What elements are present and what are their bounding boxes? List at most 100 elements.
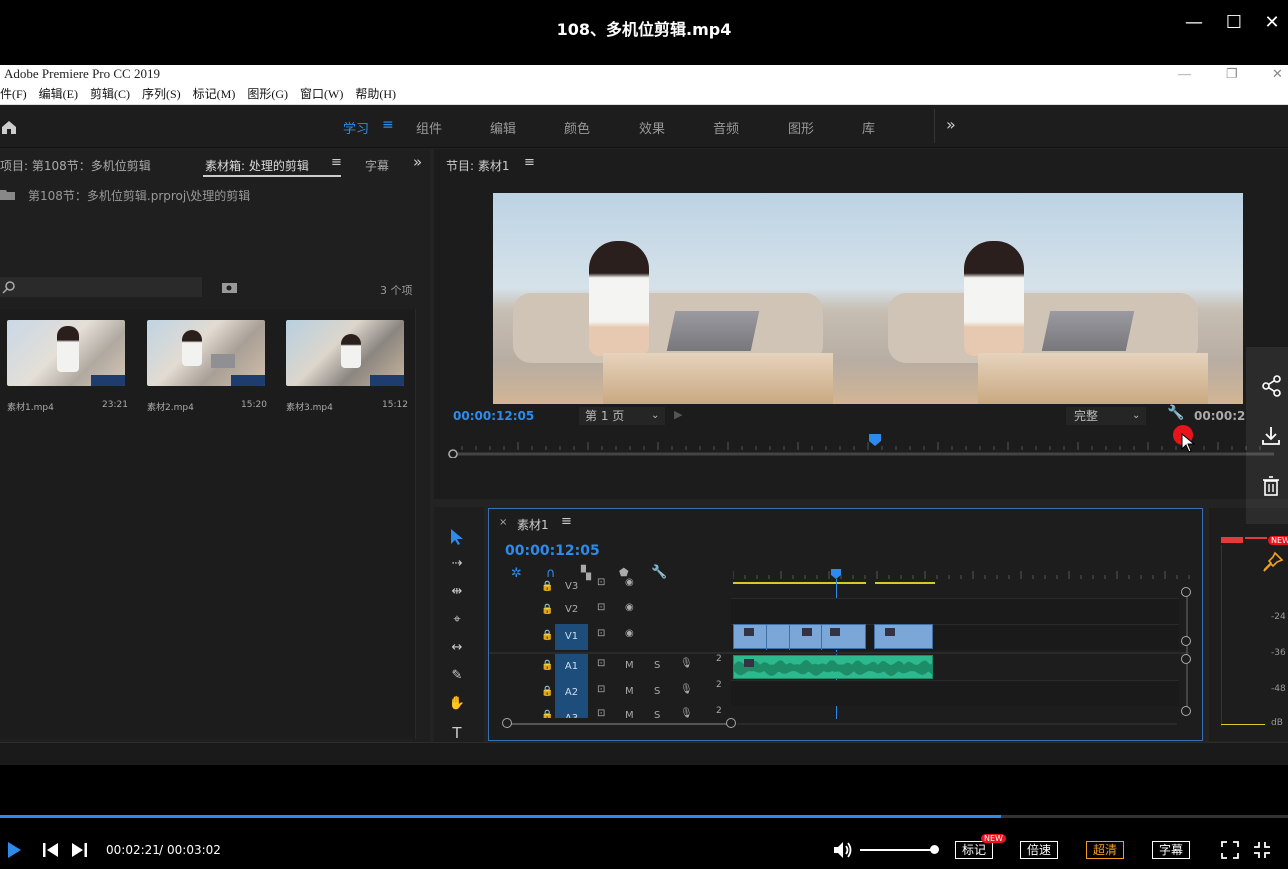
track-lock-icon[interactable]: 🔒 <box>541 710 553 718</box>
thumbnail-1[interactable] <box>7 320 125 386</box>
volume-slider-handle[interactable] <box>930 845 939 854</box>
app-minimize-icon[interactable]: — <box>1178 65 1191 83</box>
menu-clip[interactable]: 剪辑(C) <box>90 87 130 101</box>
v-scroll-handle[interactable] <box>1181 706 1191 716</box>
microphone-icon[interactable]: 🎙 <box>680 708 693 718</box>
track-sync-icon[interactable]: ⊡ <box>597 684 605 695</box>
track-select-tool-icon[interactable]: ⇢ <box>448 556 466 574</box>
program-menu-icon[interactable]: ≡ <box>524 155 535 170</box>
volume-icon[interactable] <box>832 840 854 860</box>
menu-marker[interactable]: 标记(M) <box>193 87 236 101</box>
pin-icon[interactable] <box>1262 551 1284 573</box>
h-scroll-handle-left[interactable] <box>502 718 512 728</box>
mark-button[interactable]: 标记 <box>955 841 994 859</box>
download-icon[interactable] <box>1261 425 1281 447</box>
timeline-timecode[interactable]: 00:00:12:05 <box>505 543 600 559</box>
workspace-overflow-icon[interactable]: » <box>946 115 956 134</box>
volume-slider[interactable] <box>860 849 934 851</box>
track-sync-icon[interactable]: ⊡ <box>597 602 605 613</box>
settings-wrench-icon[interactable]: 🔧 <box>1167 405 1184 421</box>
progress-track[interactable] <box>0 815 1288 818</box>
workspace-audio[interactable]: 音频 <box>713 118 739 137</box>
pen-tool-icon[interactable]: ✎ <box>448 668 466 686</box>
track-lock-icon[interactable]: 🔒 <box>541 581 553 592</box>
track-eye-icon[interactable]: ◉ <box>625 602 634 613</box>
mute-button[interactable]: M <box>625 686 634 697</box>
track-sync-icon[interactable]: ⊡ <box>597 628 605 639</box>
program-timecode[interactable]: 00:00:12:05 <box>453 409 534 423</box>
program-video-frame[interactable] <box>493 193 1243 404</box>
track-a2-label[interactable]: A2 <box>555 680 588 706</box>
workspace-learn[interactable]: 学习 <box>343 118 369 137</box>
track-a2-lane[interactable] <box>731 680 1179 706</box>
microphone-icon[interactable]: 🎙 <box>680 658 693 669</box>
share-icon[interactable] <box>1262 375 1282 397</box>
thumbnail-3[interactable] <box>286 320 404 386</box>
menu-graphics[interactable]: 图形(G) <box>247 87 288 101</box>
playhead-marker-icon[interactable] <box>868 433 882 447</box>
maximize-icon[interactable]: ☐ <box>1222 12 1246 33</box>
v-scroll-handle[interactable] <box>1181 636 1191 646</box>
snap-icon[interactable]: ∩ <box>546 566 556 581</box>
slip-tool-icon[interactable]: ↔ <box>448 640 466 658</box>
subtitle-button[interactable]: 字幕 <box>1152 841 1191 859</box>
linked-selection-icon[interactable]: ▚ <box>581 566 591 581</box>
app-restore-icon[interactable]: ❐ <box>1226 65 1238 83</box>
home-icon[interactable] <box>0 119 20 135</box>
quality-select[interactable]: 完整 ⌄ <box>1066 407 1146 425</box>
speed-button[interactable]: 倍速 <box>1020 841 1059 859</box>
track-a3-label[interactable]: A3 <box>555 706 588 718</box>
next-icon[interactable] <box>70 842 88 858</box>
tab-project[interactable]: 项目: 第108节：多机位剪辑 <box>0 157 151 174</box>
delete-icon[interactable] <box>1262 475 1280 497</box>
program-tab[interactable]: 节目: 素材1 <box>446 157 510 174</box>
tab-bin[interactable]: 素材箱: 处理的剪辑 <box>205 157 309 174</box>
track-v1-label[interactable]: V1 <box>555 624 588 650</box>
track-v2-label[interactable]: V2 <box>565 604 578 615</box>
tab-captions[interactable]: 字幕 <box>365 157 389 174</box>
menu-edit[interactable]: 编辑(E) <box>39 87 78 101</box>
thumbnail-2[interactable] <box>147 320 265 386</box>
workspace-color[interactable]: 颜色 <box>564 118 590 137</box>
page-select[interactable]: 第 1 页 ⌄ <box>579 407 665 425</box>
track-sync-icon[interactable]: ⊡ <box>597 658 605 669</box>
play-icon[interactable] <box>6 841 22 859</box>
razor-tool-icon[interactable]: ⌖ <box>448 612 466 630</box>
ripple-edit-tool-icon[interactable]: ⇹ <box>448 584 466 602</box>
video-clip-1[interactable] <box>733 624 866 650</box>
h-scroll-handle-right[interactable] <box>726 718 736 728</box>
workspace-libraries[interactable]: 库 <box>862 118 875 137</box>
solo-button[interactable]: S <box>654 660 660 671</box>
app-close-icon[interactable]: ✕ <box>1272 65 1283 83</box>
track-sync-icon[interactable]: ⊡ <box>597 577 605 588</box>
close-icon[interactable]: ✕ <box>1260 12 1284 33</box>
menu-file[interactable]: 件(F) <box>0 87 27 101</box>
mute-button[interactable]: M <box>625 710 634 718</box>
bin-menu-icon[interactable]: ≡ <box>331 155 342 170</box>
audio-clip-1[interactable] <box>733 655 933 679</box>
menu-help[interactable]: 帮助(H) <box>355 87 396 101</box>
minimize-icon[interactable]: — <box>1182 12 1206 33</box>
track-lock-icon[interactable]: 🔒 <box>541 686 553 697</box>
selection-tool-icon[interactable] <box>449 528 465 546</box>
project-search-input[interactable] <box>0 277 202 297</box>
timeline-menu-icon[interactable]: ≡ <box>561 514 572 529</box>
type-tool-icon[interactable]: T <box>448 724 466 742</box>
timeline-close-icon[interactable]: × <box>499 517 507 528</box>
workspace-assembly[interactable]: 组件 <box>416 118 442 137</box>
track-a1-label[interactable]: A1 <box>555 654 588 680</box>
nest-icon[interactable]: ✲ <box>511 566 522 581</box>
workspace-graphics[interactable]: 图形 <box>788 118 814 137</box>
horizontal-scrollbar-track[interactable] <box>506 723 732 725</box>
workspace-menu-icon[interactable]: ≡ <box>382 117 394 133</box>
hd-button[interactable]: 超清 <box>1086 841 1125 859</box>
program-time-ruler[interactable] <box>448 436 1274 459</box>
workspace-editing[interactable]: 编辑 <box>490 118 516 137</box>
track-lock-icon[interactable]: 🔒 <box>541 630 553 641</box>
solo-button[interactable]: S <box>654 686 660 697</box>
timeline-settings-icon[interactable]: 🔧 <box>651 565 667 580</box>
timeline-tab[interactable]: 素材1 <box>517 516 549 533</box>
previous-icon[interactable] <box>42 842 60 858</box>
video-clip-2[interactable] <box>874 624 933 649</box>
track-v3-label[interactable]: V3 <box>565 581 578 592</box>
